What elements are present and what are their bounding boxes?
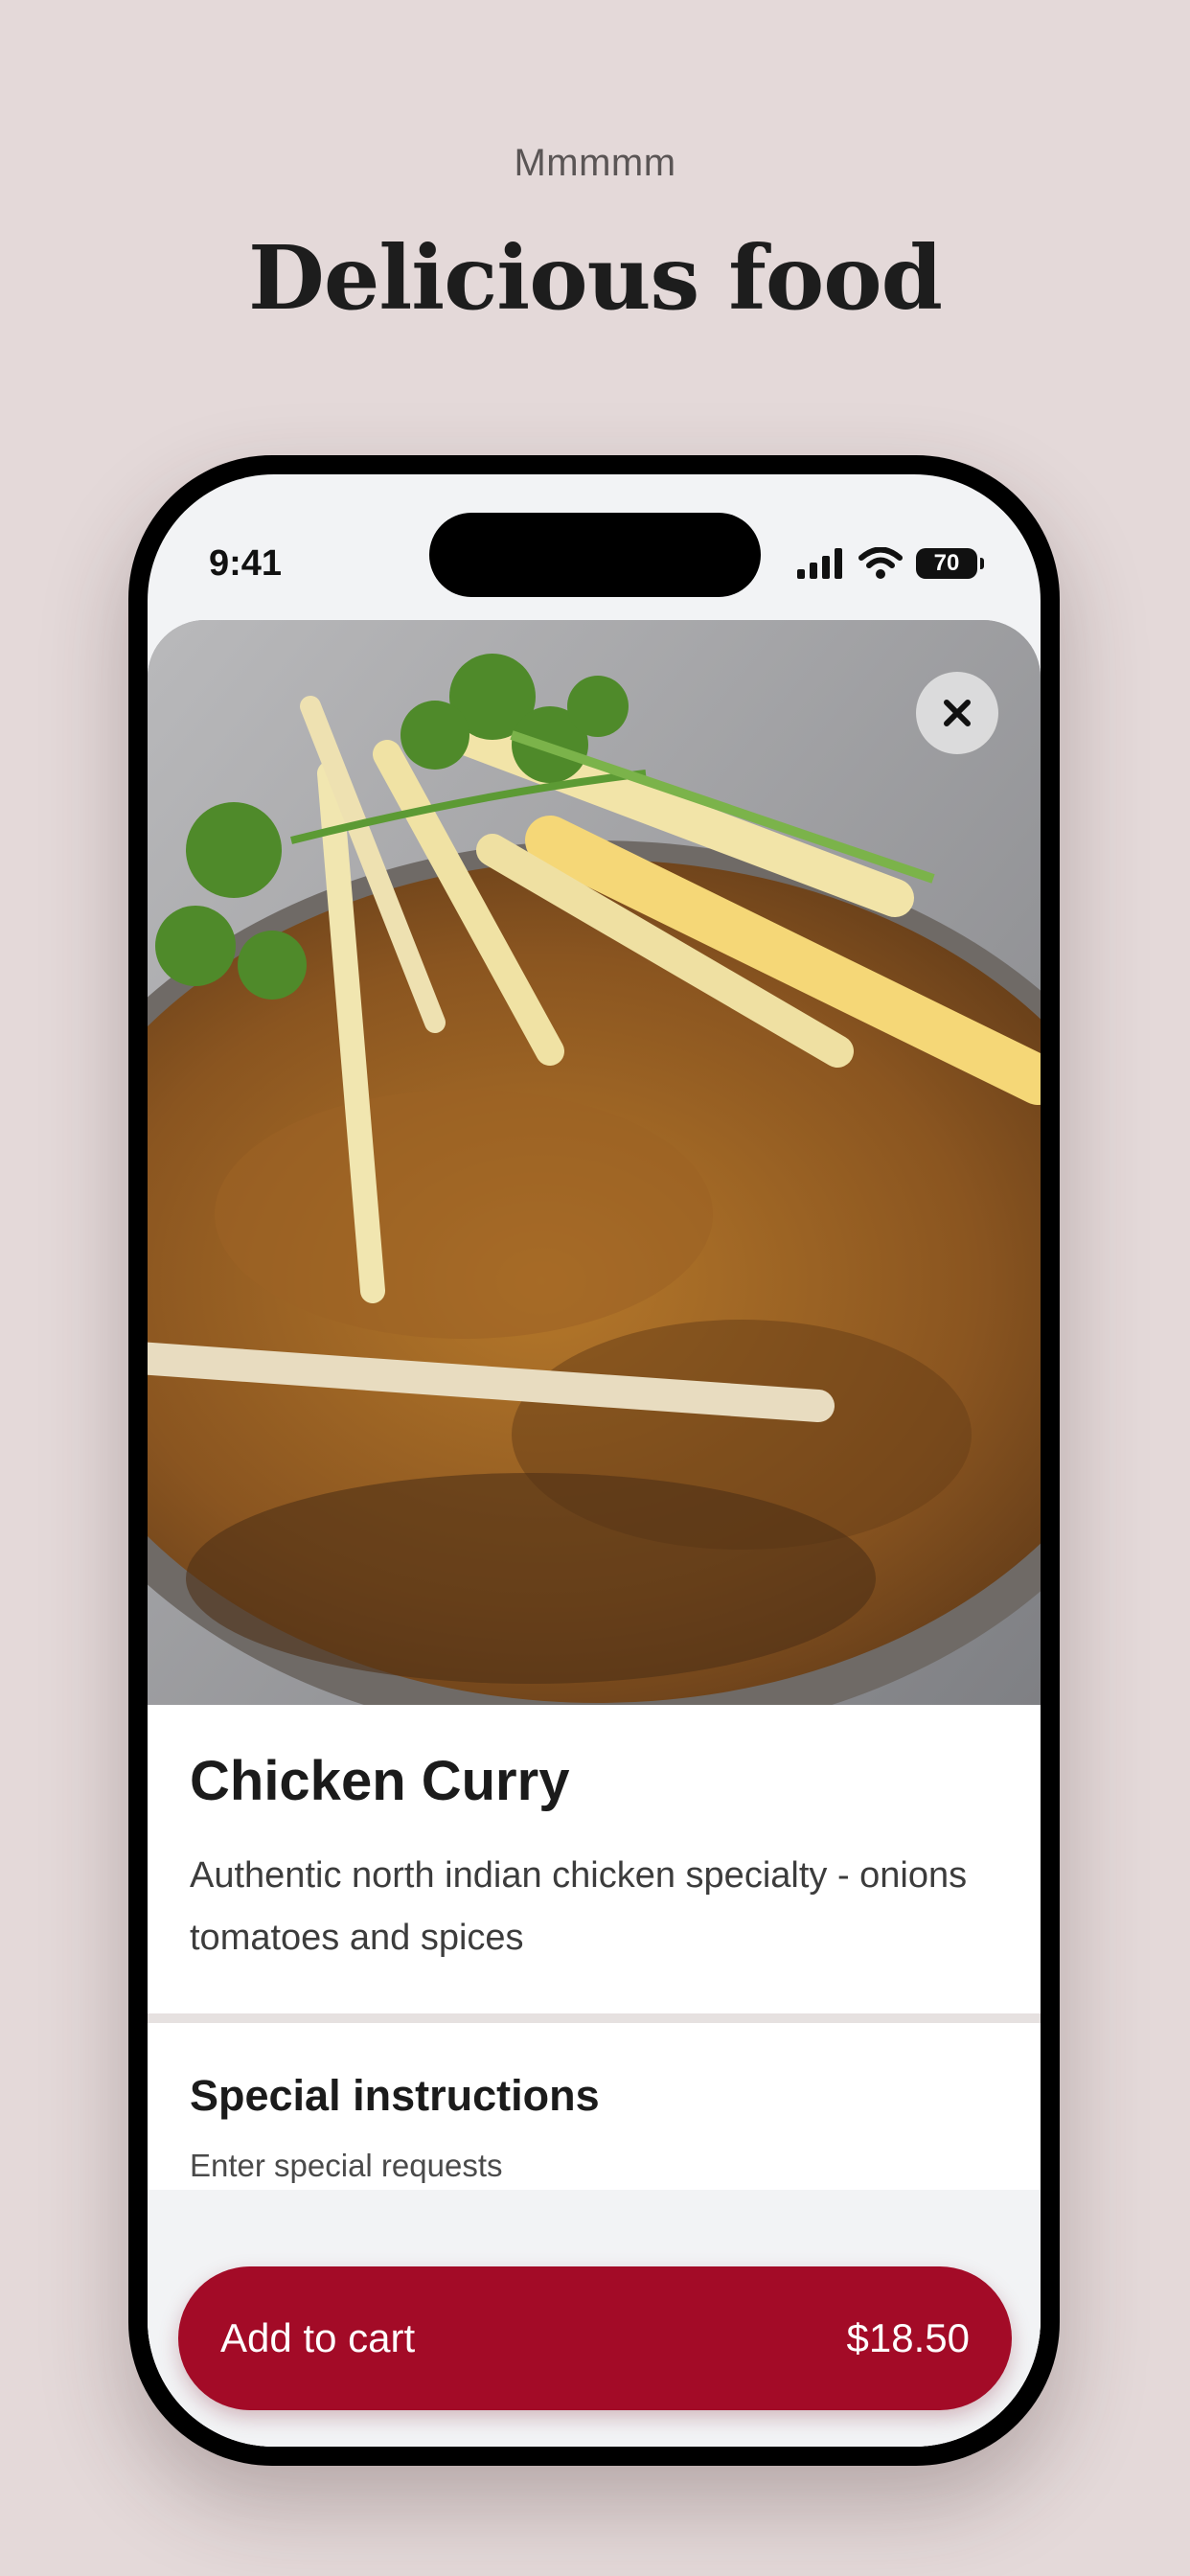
close-icon <box>944 700 971 726</box>
page-headline: Delicious food <box>248 226 943 330</box>
close-button[interactable] <box>916 672 998 754</box>
eyebrow-text: Mmmmm <box>514 142 676 184</box>
add-to-cart-price: $18.50 <box>846 2315 970 2360</box>
item-description: Authentic north indian chicken specialty… <box>190 1855 968 1958</box>
battery-level: 70 <box>933 550 960 576</box>
section-divider <box>148 2013 1041 2023</box>
status-icons: 70 <box>797 547 984 580</box>
wifi-icon <box>858 547 903 579</box>
battery-icon: 70 <box>916 548 984 579</box>
food-photo <box>148 620 1041 1705</box>
special-instructions-subtitle: Enter special requests <box>190 2148 503 2183</box>
item-title: Chicken Curry <box>190 1750 570 1812</box>
add-to-cart-label: Add to cart <box>220 2315 416 2360</box>
add-to-cart-button[interactable]: Add to cart $18.50 <box>178 2266 1012 2410</box>
item-detail-sheet: Chicken Curry Authentic north indian chi… <box>148 620 1041 2447</box>
dynamic-island <box>429 513 761 597</box>
special-instructions-title: Special instructions <box>190 2071 600 2120</box>
phone-frame: 9:41 70 Chicken Curry Authentic north in… <box>128 455 1060 2466</box>
status-time: 9:41 <box>209 543 283 584</box>
phone-screen: 9:41 70 Chicken Curry Authentic north in… <box>148 474 1041 2447</box>
signal-icon <box>797 548 842 579</box>
